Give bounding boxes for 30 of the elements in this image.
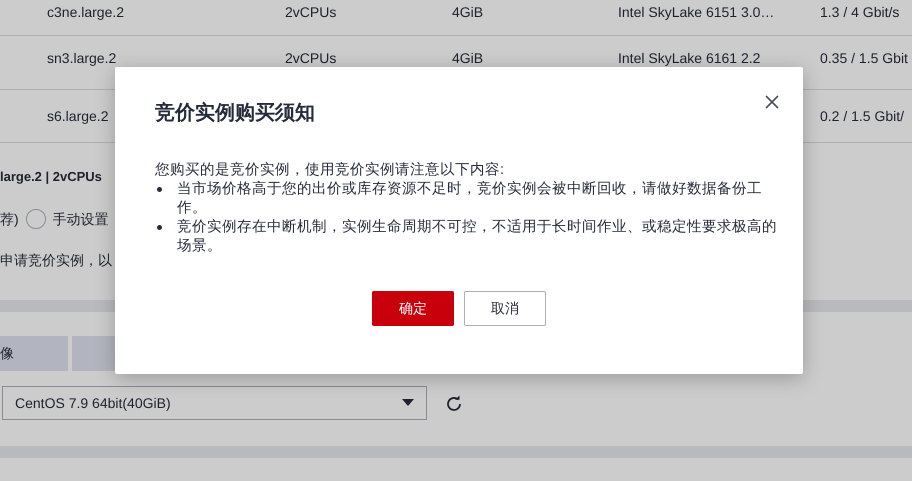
confirm-button[interactable]: 确定 [372,291,454,326]
table-cell: sn3.large.2 [47,50,116,66]
header-cell: 像 [0,336,68,371]
bullet-icon [157,186,162,192]
dialog-intro: 您购买的是竞价实例，使用竞价实例请注意以下内容: [155,161,506,180]
table-cell: 1.3 / 4 Gbit/s [820,4,900,20]
dialog-bullet-text: 竞价实例存在中断机制，实例生命周期不可控，不适用于长时间作业、或稳定性要求极高的场景。 [177,218,778,256]
select-value: CentOS 7.9 64bit(40GiB) [15,394,171,413]
table-cell: 2vCPUs [285,50,336,66]
spec-summary: large.2 | 2vCPUs [0,168,103,186]
price-note: 申请竞价实例，以 [0,250,113,270]
table-cell: Intel SkyLake 6151 3.0… [618,4,774,20]
table-cell: 0.35 / 1.5 Gbit [820,50,908,66]
table-cell: c3ne.large.2 [47,4,124,20]
table-cell: 4GiB [452,4,484,20]
refresh-button[interactable] [445,392,463,414]
caret-icon [402,399,414,407]
dialog-bullet-text: 当市场价格高于您的出价或库存资源不足时，竞价实例会被中断回收，请做好数据备份工作。 [177,180,763,218]
table-cell: Intel SkyLake 6161 2.2 [618,50,760,66]
table-cell: s6.large.2 [47,108,108,124]
dialog-title: 竞价实例购买须知 [155,101,316,125]
cancel-button[interactable]: 取消 [464,291,546,326]
image-select[interactable]: CentOS 7.9 64bit(40GiB) [2,386,427,420]
table-cell: 2vCPUs [285,4,336,20]
bullet-icon [157,224,162,230]
table-cell: 4GiB [452,50,484,66]
option-label: 荐) [0,210,19,229]
radio-button[interactable] [26,209,46,229]
table-cell: 0.2 / 1.5 Gbit/ [820,108,904,124]
option-label: 手动设置 [52,210,109,228]
